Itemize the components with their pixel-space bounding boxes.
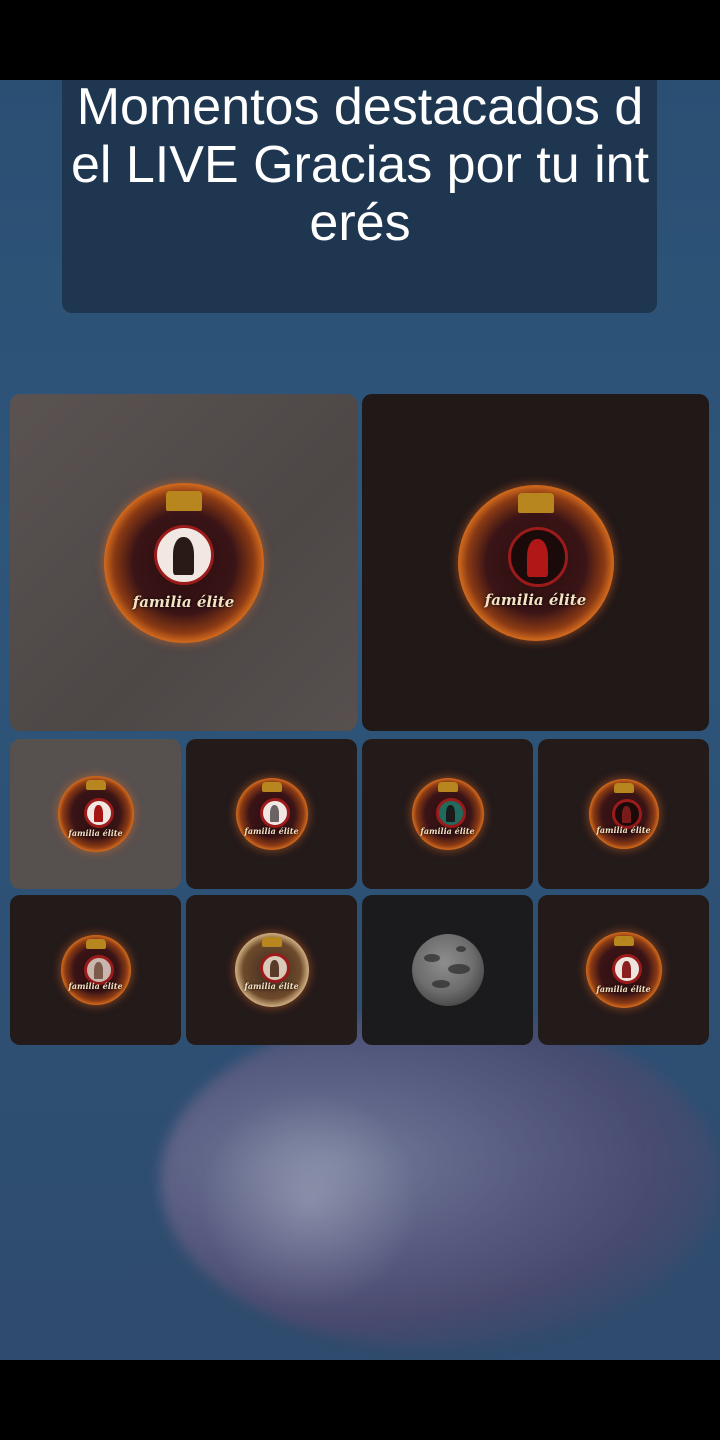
badge-label: familia élite [420,826,475,836]
familia-elite-badge: familia élite [57,776,134,852]
page-title: Momentos destacados del LIVE Gracias por… [70,80,650,252]
badge-label: familia élite [68,828,123,838]
live-highlights-screen: Momentos destacados del LIVE Gracias por… [0,80,720,1360]
highlight-tile-7[interactable]: familia élite [10,895,181,1045]
crown-icon [85,939,106,949]
familia-elite-badge: familia élite [60,935,131,1005]
member-photo [259,798,290,828]
crown-icon [517,492,554,513]
moon-image [411,934,484,1006]
badge-label: familia élite [596,984,651,994]
background-glow-highlight [200,1090,420,1310]
member-photo [435,798,466,828]
badge-label: familia élite [244,826,299,836]
familia-elite-badge: familia élite [103,482,264,643]
crown-icon [613,936,634,946]
badge-label: familia élite [596,825,651,835]
familia-elite-badge: familia élite [235,778,308,850]
crown-icon [437,782,458,792]
member-photo [611,954,642,984]
member-photo [507,526,568,587]
badge-label: familia élite [68,981,123,991]
top-black-bar [0,0,720,80]
highlight-tile-9[interactable] [362,895,533,1045]
crown-icon [261,782,282,792]
highlight-tile-10[interactable]: familia élite [538,895,709,1045]
highlight-tile-1[interactable]: familia élite [10,394,357,731]
highlight-tile-4[interactable]: familia élite [186,739,357,889]
familia-elite-badge: familia élite [411,778,484,850]
highlight-tile-6[interactable]: familia élite [538,739,709,889]
badge-label: familia élite [484,590,587,609]
member-photo [83,798,114,828]
member-photo [153,524,214,585]
crown-icon [85,780,106,790]
highlight-tile-3[interactable]: familia élite [10,739,181,889]
familia-elite-badge: familia élite [588,779,659,849]
crown-icon [261,937,282,947]
familia-elite-badge: familia élite [234,933,309,1007]
familia-elite-badge: familia élite [585,932,662,1008]
crown-icon [165,490,202,511]
crown-icon [613,783,634,793]
highlight-tile-2[interactable]: familia élite [362,394,709,731]
bottom-black-bar [0,1360,720,1440]
highlight-tile-8[interactable]: familia élite [186,895,357,1045]
familia-elite-badge: familia élite [457,484,614,641]
highlight-tile-5[interactable]: familia élite [362,739,533,889]
badge-label: familia élite [132,592,235,611]
badge-label: familia élite [244,981,299,991]
member-photo [259,953,290,983]
